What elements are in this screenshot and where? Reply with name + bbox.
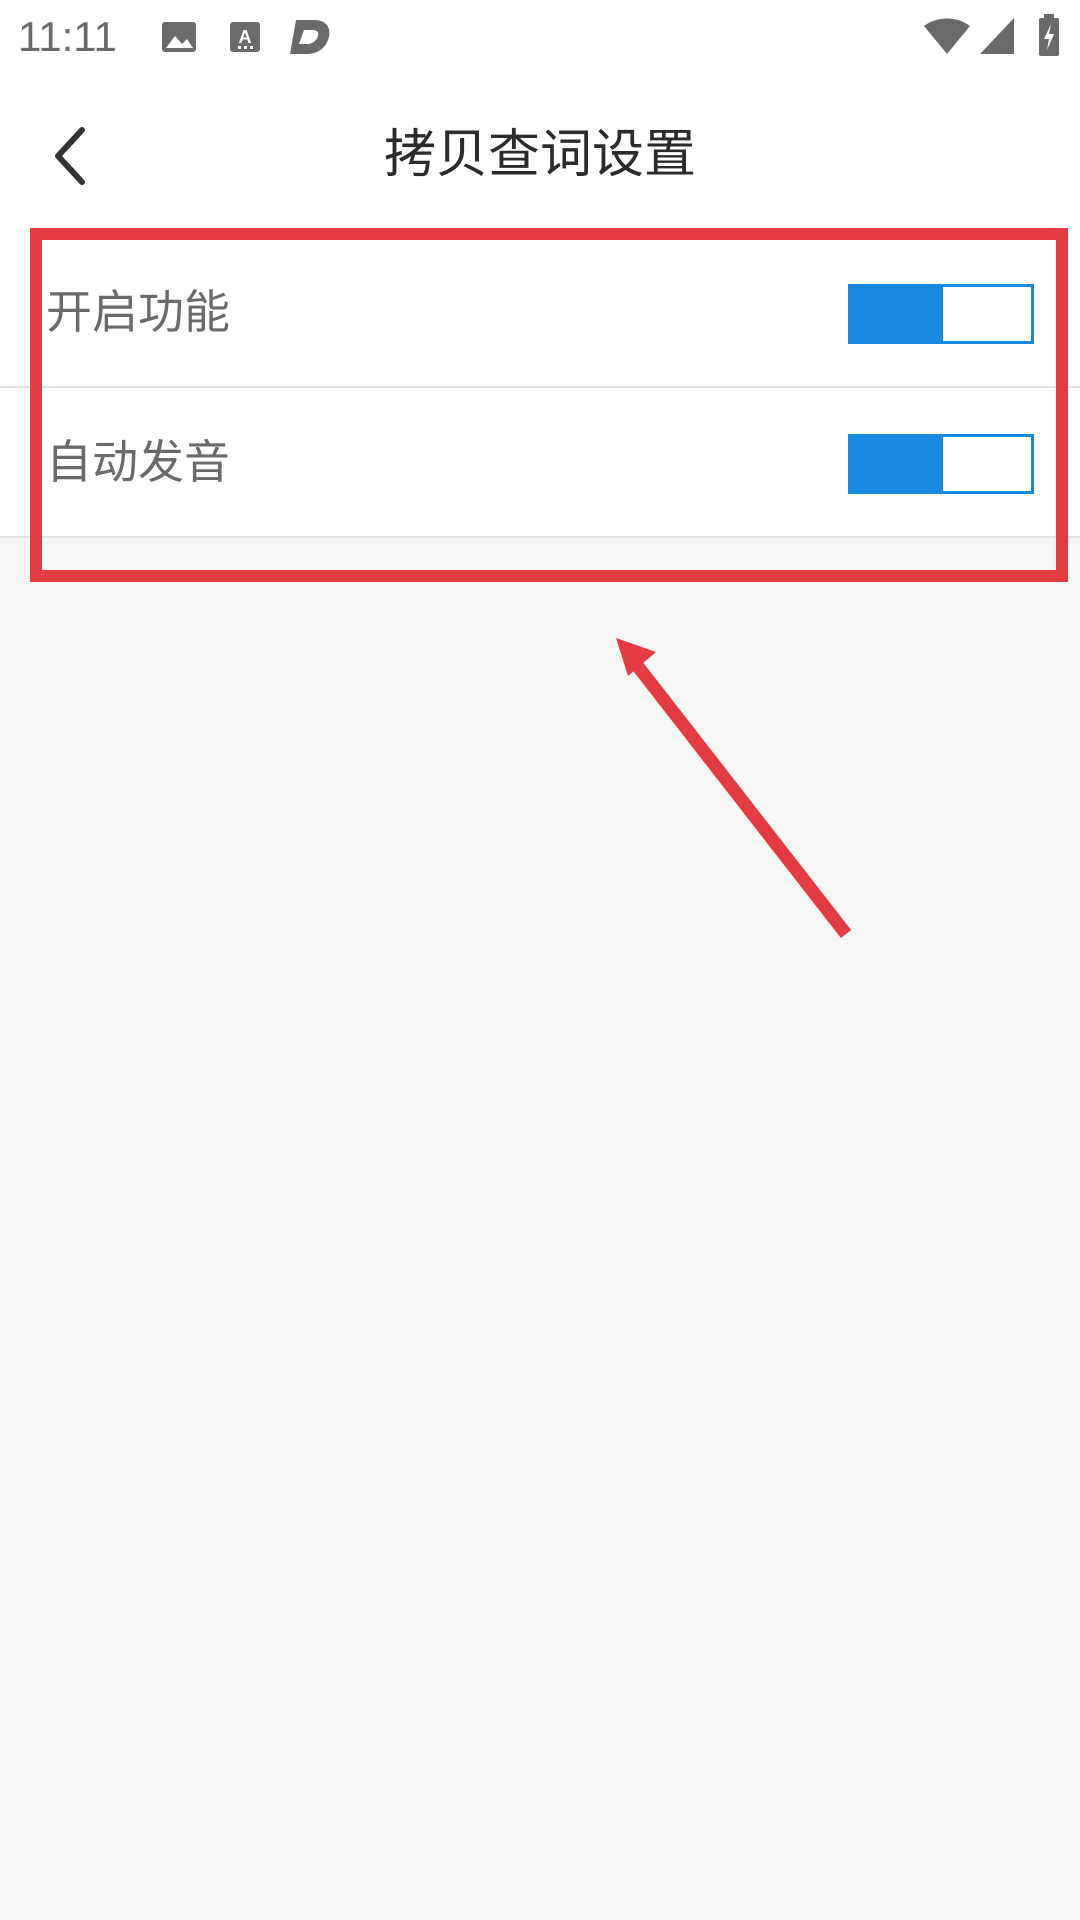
wifi-icon (924, 18, 970, 54)
svg-text:A: A (239, 27, 252, 47)
page-title: 拷贝查词设置 (383, 125, 696, 185)
toggle-knob (943, 437, 1031, 491)
setting-row-enable-feature: 开启功能 (0, 238, 1080, 388)
toggle-knob (943, 287, 1031, 341)
status-time: 11:11 (18, 13, 117, 60)
image-icon (162, 22, 196, 52)
toggle-track (851, 437, 943, 491)
enable-feature-toggle[interactable] (848, 284, 1034, 344)
toggle-track (851, 287, 943, 341)
app-header: 拷贝查词设置 (0, 74, 1080, 238)
d-app-icon (290, 20, 330, 54)
setting-label: 开启功能 (46, 285, 230, 339)
cellular-signal-icon (980, 18, 1014, 54)
setting-label: 自动发音 (46, 435, 230, 489)
text-recognition-icon: A (230, 22, 260, 52)
setting-row-auto-pronounce: 自动发音 (0, 388, 1080, 538)
status-bar: 11:11 A (0, 0, 1080, 74)
settings-list: 开启功能 自动发音 (0, 238, 1080, 538)
auto-pronounce-toggle[interactable] (848, 434, 1034, 494)
battery-charging-icon (1039, 14, 1059, 56)
